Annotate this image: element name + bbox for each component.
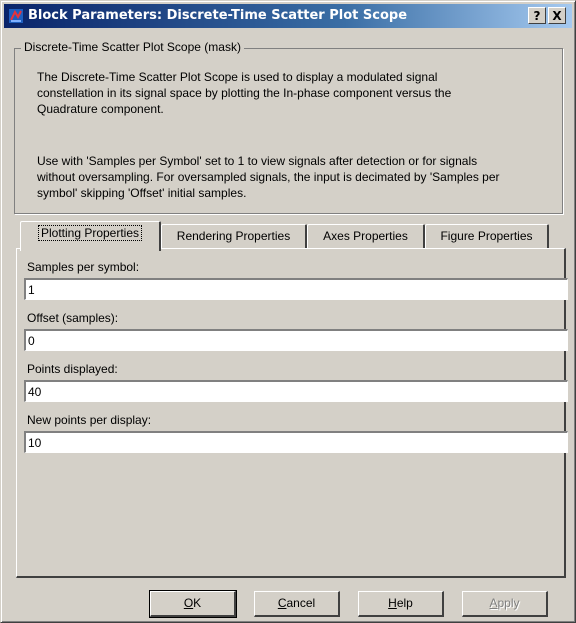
description-line: Quadrature component. <box>37 102 164 116</box>
new-points-per-display-field[interactable] <box>24 431 568 453</box>
apply-label-rest: pply <box>497 596 520 610</box>
mask-description-2: Use with 'Samples per Symbol' set to 1 t… <box>37 153 557 201</box>
tab-label: Axes Properties <box>323 229 408 243</box>
description-line: constellation in its signal space by plo… <box>37 86 452 100</box>
mask-description-1: The Discrete-Time Scatter Plot Scope is … <box>37 69 557 117</box>
tab-figure-properties[interactable]: Figure Properties <box>425 224 549 249</box>
tab-label: Rendering Properties <box>176 229 291 243</box>
window-title: Block Parameters: Discrete-Time Scatter … <box>28 8 408 23</box>
close-icon[interactable]: X <box>548 7 566 24</box>
description-line: symbol' skipping 'Offset' initial sample… <box>37 186 247 200</box>
description-line: without oversampling. For oversampled si… <box>37 170 500 184</box>
new-points-per-display-label: New points per display: <box>27 413 152 427</box>
tab-axes-properties[interactable]: Axes Properties <box>307 224 425 249</box>
tab-label: Plotting Properties <box>37 225 143 241</box>
tab-plotting-properties[interactable]: Plotting Properties <box>20 221 161 251</box>
apply-accelerator: A <box>489 596 498 610</box>
points-displayed-label: Points displayed: <box>27 362 118 376</box>
points-displayed-field[interactable] <box>24 380 568 402</box>
dialog-window: Block Parameters: Discrete-Time Scatter … <box>0 0 576 623</box>
samples-per-symbol-field[interactable] <box>24 278 568 300</box>
help-accelerator: H <box>388 596 397 610</box>
description-line: The Discrete-Time Scatter Plot Scope is … <box>37 70 438 84</box>
simulink-block-icon <box>8 8 24 24</box>
help-icon[interactable]: ? <box>528 7 546 24</box>
offset-samples-field[interactable] <box>24 329 568 351</box>
offset-samples-label: Offset (samples): <box>27 311 119 325</box>
ok-label-rest: K <box>193 596 202 610</box>
mask-group-label: Discrete-Time Scatter Plot Scope (mask) <box>21 40 244 54</box>
tab-rendering-properties[interactable]: Rendering Properties <box>161 224 307 249</box>
title-bar[interactable]: Block Parameters: Discrete-Time Scatter … <box>4 4 572 28</box>
description-line: Use with 'Samples per Symbol' set to 1 t… <box>37 154 478 168</box>
samples-per-symbol-label: Samples per symbol: <box>27 260 140 274</box>
ok-button[interactable]: OK <box>149 590 237 618</box>
ok-accelerator: O <box>183 596 194 610</box>
cancel-label-rest: ancel <box>286 596 316 610</box>
help-label-rest: elp <box>396 596 413 610</box>
tab-label: Figure Properties <box>440 229 533 243</box>
help-button[interactable]: Help <box>358 591 444 617</box>
cancel-button[interactable]: Cancel <box>254 591 340 617</box>
apply-button[interactable]: Apply <box>462 591 548 617</box>
